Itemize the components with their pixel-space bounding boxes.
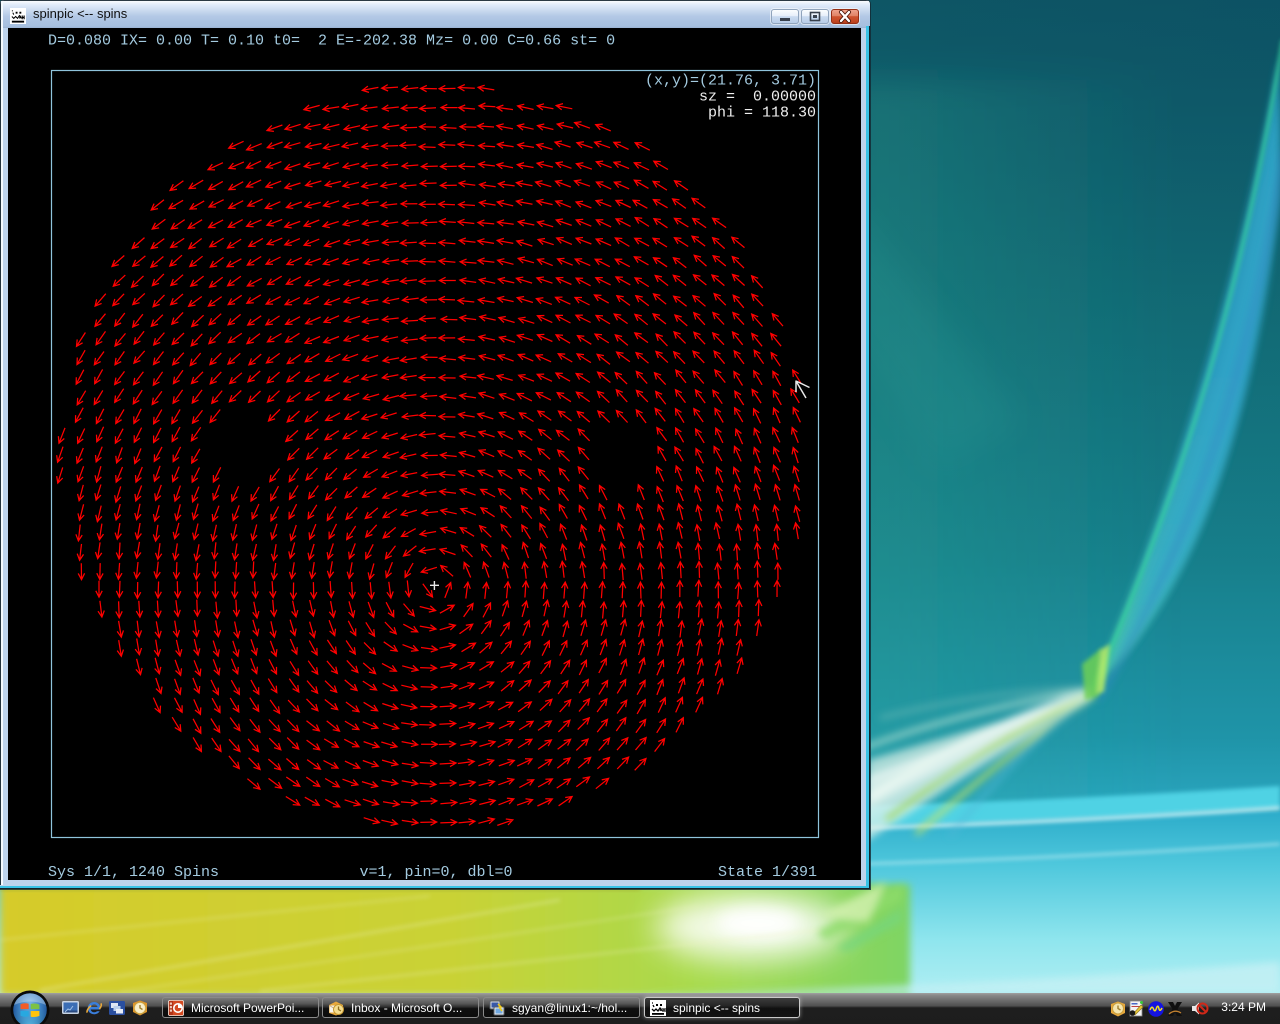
svg-text:State 1/391: State 1/391: [718, 864, 817, 880]
svg-text:sz = 0.00000: sz = 0.00000: [699, 89, 816, 106]
svg-text:phi = 118.30: phi = 118.30: [708, 105, 816, 122]
svg-text:Sys 1/1, 1240 Spins: Sys 1/1, 1240 Spins: [48, 864, 219, 880]
svg-text:D=0.080 IX= 0.00 T= 0.10 t0=: D=0.080 IX= 0.00 T= 0.10 t0= 2 E=-202.38…: [48, 33, 615, 50]
svg-text:v=1, pin=0, dbl=0: v=1, pin=0, dbl=0: [359, 864, 512, 880]
svg-text:(x,y)=(21.76, 3.71): (x,y)=(21.76, 3.71): [645, 73, 816, 90]
